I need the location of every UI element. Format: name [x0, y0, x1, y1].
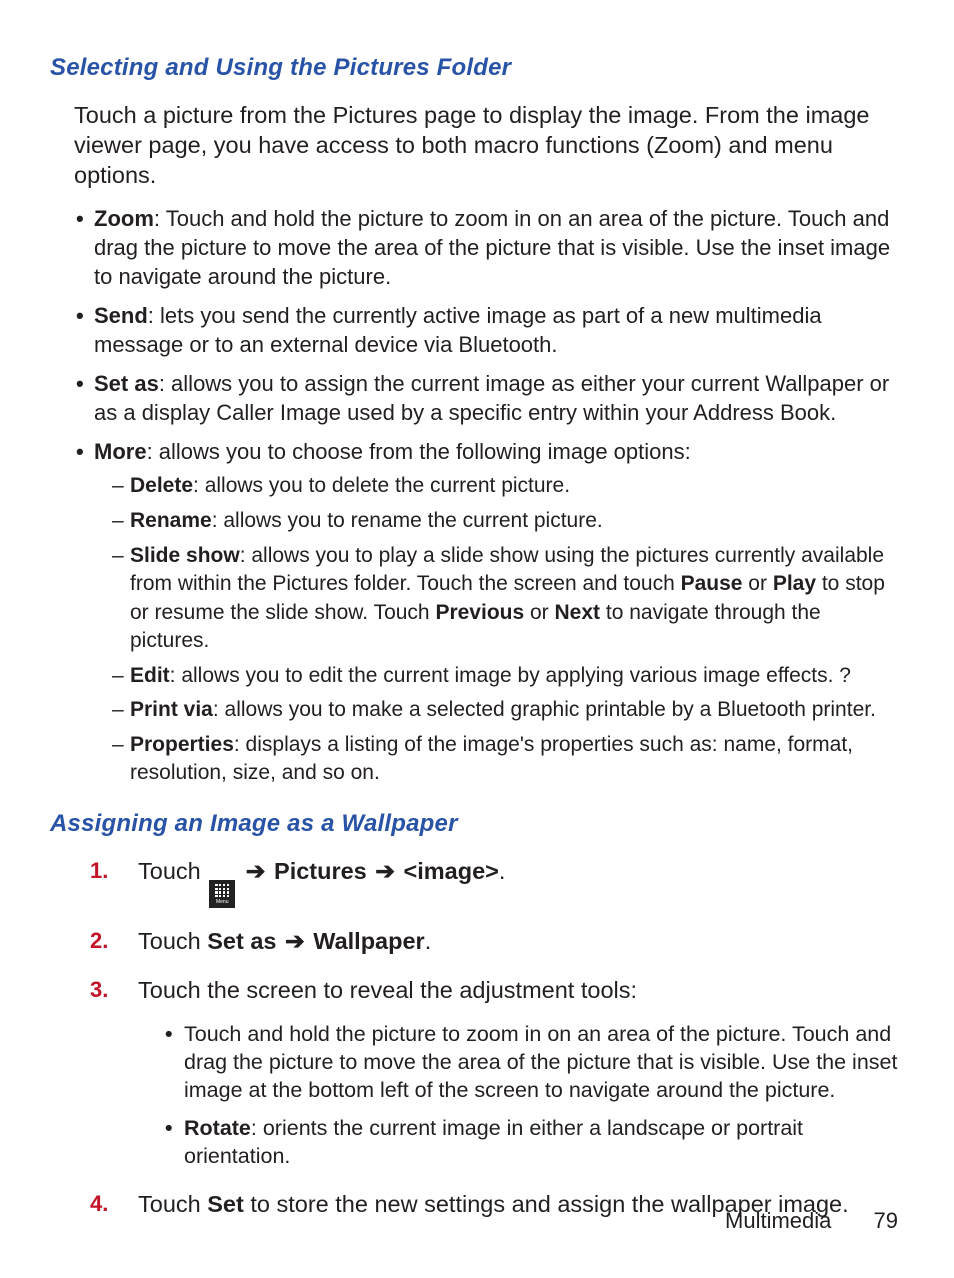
term-previous: Previous — [435, 601, 524, 624]
step-text: Touch — [138, 858, 207, 884]
list-item: Rotate: orients the current image in eit… — [162, 1115, 904, 1171]
term-edit: Edit — [130, 664, 170, 687]
desc-text: Touch and hold the picture to zoom in on… — [184, 1022, 897, 1102]
term-slide-show: Slide show — [130, 544, 240, 567]
desc-text: : allows you to edit the current image b… — [170, 664, 851, 687]
term-pause: Pause — [681, 572, 743, 595]
desc-text: or — [742, 572, 772, 595]
list-item: Edit: allows you to edit the current ima… — [94, 662, 904, 691]
footer-section-label: Multimedia — [725, 1208, 831, 1233]
step-inner-list: Touch and hold the picture to zoom in on… — [162, 1021, 904, 1171]
steps-list: Touch Menu ➔ Pictures ➔ <image>. Touch S… — [90, 856, 904, 1220]
term-more: More — [94, 439, 147, 464]
manual-page: Selecting and Using the Pictures Folder … — [0, 0, 954, 1278]
more-sub-list: Delete: allows you to delete the current… — [94, 472, 904, 787]
section-heading-pictures-folder: Selecting and Using the Pictures Folder — [50, 54, 904, 82]
step-item: Touch Set as ➔ Wallpaper. — [90, 926, 904, 958]
arrow-icon: ➔ — [285, 928, 305, 954]
page-footer: Multimedia 79 — [725, 1208, 898, 1234]
desc-text: : allows you to make a selected graphic … — [213, 698, 876, 721]
list-item: Zoom: Touch and hold the picture to zoom… — [74, 204, 904, 291]
desc-text: : Touch and hold the picture to zoom in … — [94, 206, 890, 289]
page-number: 79 — [874, 1208, 898, 1233]
list-item: Properties: displays a listing of the im… — [94, 731, 904, 788]
arrow-icon: ➔ — [246, 858, 266, 884]
list-item: Send: lets you send the currently active… — [74, 301, 904, 359]
term-rename: Rename — [130, 509, 212, 532]
list-item: More: allows you to choose from the foll… — [74, 437, 904, 788]
apps-grid-icon — [215, 884, 229, 898]
step-text: Touch — [138, 928, 207, 954]
desc-text: : allows you to assign the current image… — [94, 371, 889, 425]
desc-text: : allows you to rename the current pictu… — [212, 509, 603, 532]
term-rotate: Rotate — [184, 1116, 251, 1140]
term-send: Send — [94, 303, 148, 328]
term-play: Play — [773, 572, 816, 595]
nav-set-as: Set as — [207, 928, 276, 954]
step-item: Touch the screen to reveal the adjustmen… — [90, 975, 904, 1170]
desc-text: : allows you to choose from the followin… — [147, 439, 691, 464]
nav-pictures: Pictures — [274, 858, 367, 884]
list-item: Slide show: allows you to play a slide s… — [94, 542, 904, 656]
nav-wallpaper: Wallpaper — [313, 928, 424, 954]
period: . — [499, 858, 506, 884]
desc-text: : displays a listing of the image's prop… — [130, 733, 853, 785]
term-delete: Delete — [130, 474, 193, 497]
desc-text: or — [524, 601, 554, 624]
desc-text: : orients the current image in either a … — [184, 1116, 803, 1168]
section-heading-wallpaper: Assigning an Image as a Wallpaper — [50, 810, 904, 838]
step-text: Touch — [138, 1191, 207, 1217]
intro-paragraph: Touch a picture from the Pictures page t… — [74, 100, 904, 190]
term-zoom: Zoom — [94, 206, 154, 231]
step-item: Touch Menu ➔ Pictures ➔ <image>. — [90, 856, 904, 908]
list-item: Touch and hold the picture to zoom in on… — [162, 1021, 904, 1105]
term-properties: Properties — [130, 733, 234, 756]
menu-icon: Menu — [209, 880, 235, 908]
arrow-icon: ➔ — [375, 858, 395, 884]
list-item: Delete: allows you to delete the current… — [94, 472, 904, 501]
menu-icon-label: Menu — [216, 899, 229, 905]
list-item: Print via: allows you to make a selected… — [94, 696, 904, 725]
term-print-via: Print via — [130, 698, 213, 721]
desc-text: : lets you send the currently active ima… — [94, 303, 822, 357]
nav-image-placeholder: <image> — [404, 858, 499, 884]
primary-options-list: Zoom: Touch and hold the picture to zoom… — [74, 204, 904, 788]
period: . — [425, 928, 432, 954]
term-set-as: Set as — [94, 371, 159, 396]
step-text: Touch the screen to reveal the adjustmen… — [138, 977, 637, 1003]
action-set: Set — [207, 1191, 244, 1217]
term-next: Next — [555, 601, 601, 624]
list-item: Set as: allows you to assign the current… — [74, 369, 904, 427]
desc-text: : allows you to delete the current pictu… — [193, 474, 570, 497]
list-item: Rename: allows you to rename the current… — [94, 507, 904, 536]
